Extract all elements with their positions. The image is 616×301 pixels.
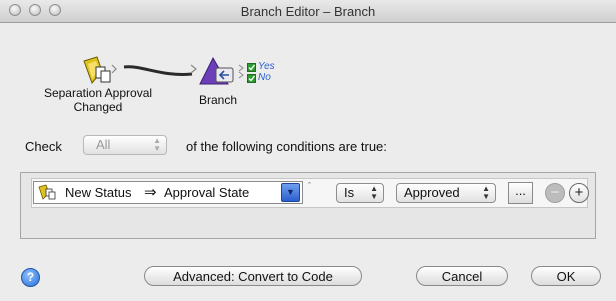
title-bar: Branch Editor – Branch xyxy=(0,0,616,23)
branch-node-icon[interactable] xyxy=(198,56,238,88)
event-node-icon[interactable] xyxy=(82,55,118,87)
field-dropdown-button[interactable]: ▼ xyxy=(281,183,300,202)
remove-condition-button[interactable]: − xyxy=(545,183,565,203)
no-check-icon xyxy=(247,74,256,83)
conditions-panel: New Status ⇒ Approval State ▼ ˆ Is ▲ ▼ Ap… xyxy=(20,172,596,239)
minus-icon: − xyxy=(550,184,560,201)
path-arrow-icon: ⇒ xyxy=(144,184,157,201)
match-mode-value: All xyxy=(96,137,111,152)
help-button[interactable]: ? xyxy=(21,268,40,287)
flow-connector xyxy=(123,65,193,76)
field-object-icon xyxy=(38,184,58,200)
caret-icon: ˆ xyxy=(308,181,311,191)
add-condition-button[interactable]: + xyxy=(569,183,589,203)
target-node-label: Branch xyxy=(198,93,238,107)
value-select[interactable]: Approved ▲ ▼ xyxy=(396,183,496,203)
value-text: Approved xyxy=(404,185,460,200)
plus-icon: + xyxy=(574,184,584,201)
convert-to-code-button[interactable]: Advanced: Convert to Code xyxy=(144,266,362,286)
field-name: New Status xyxy=(65,185,132,200)
window-title: Branch Editor – Branch xyxy=(240,4,376,19)
select-arrows-icon: ▲ ▼ xyxy=(370,184,378,201)
match-mode-select[interactable]: All ▲ ▼ xyxy=(83,135,167,155)
operator-select[interactable]: Is ▲ ▼ xyxy=(336,183,384,203)
yes-check-icon xyxy=(247,63,256,72)
source-node-label: Separation Approval Changed xyxy=(28,86,168,114)
yes-label: Yes xyxy=(258,61,275,72)
conditions-suffix-label: of the following conditions are true: xyxy=(186,139,387,154)
source-node-label-line2: Changed xyxy=(73,100,123,114)
branch-output-arrows-icon xyxy=(238,62,246,80)
subfield-name: Approval State xyxy=(164,185,250,200)
more-options-button[interactable]: ... xyxy=(508,182,533,204)
select-arrows-icon: ▲ ▼ xyxy=(153,136,161,153)
editor-content: Yes No Separation Approval Changed Branc… xyxy=(0,23,616,301)
operator-value: Is xyxy=(344,185,355,200)
no-label: No xyxy=(258,72,271,83)
check-label: Check xyxy=(25,139,62,154)
cancel-button[interactable]: Cancel xyxy=(416,266,508,286)
source-node-label-line1: Separation Approval xyxy=(43,86,153,100)
ok-button[interactable]: OK xyxy=(531,266,601,286)
condition-row: New Status ⇒ Approval State ▼ ˆ Is ▲ ▼ Ap… xyxy=(31,178,589,208)
field-path-selector[interactable]: New Status ⇒ Approval State ▼ xyxy=(33,181,303,204)
dropdown-triangle-icon: ▼ xyxy=(286,187,295,197)
select-arrows-icon: ▲ ▼ xyxy=(482,184,490,201)
